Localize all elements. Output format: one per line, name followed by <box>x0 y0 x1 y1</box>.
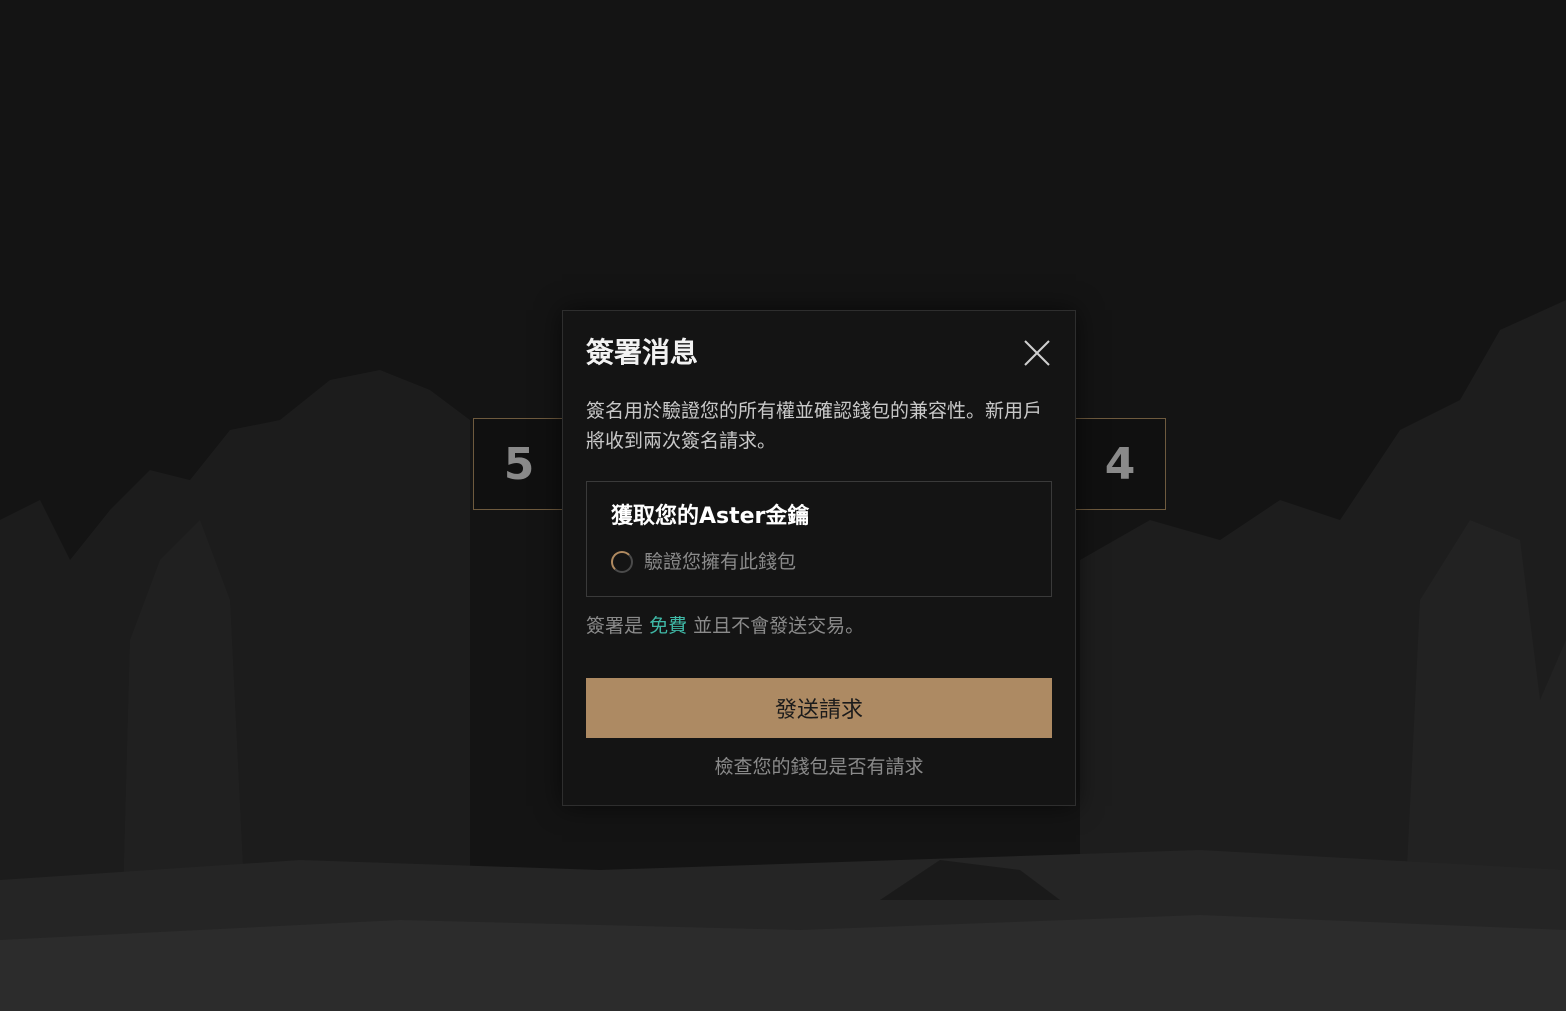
free-note-prefix: 簽署是 <box>586 615 644 637</box>
free-note-suffix: 並且不會發送交易。 <box>693 615 865 637</box>
task-title: 獲取您的Aster金鑰 <box>611 504 810 529</box>
dialog-description: 簽名用於驗證您的所有權並確認錢包的兼容性。新用戶將收到兩次簽名請求。 <box>586 400 1043 452</box>
step-label: 驗證您擁有此錢包 <box>644 551 797 573</box>
spinner-icon <box>611 551 633 573</box>
free-note: 簽署是 免費 並且不會發送交易。 <box>586 611 864 641</box>
task-step: 驗證您擁有此錢包 <box>611 548 796 576</box>
free-note-highlight: 免費 <box>649 615 688 637</box>
close-button[interactable] <box>1021 337 1053 369</box>
check-wallet-link[interactable]: 檢查您的錢包是否有請求 <box>563 751 1075 783</box>
countdown-digit: 4 <box>1074 418 1166 510</box>
close-icon <box>1024 340 1050 366</box>
dialog-title: 簽署消息 <box>586 336 699 369</box>
send-request-button[interactable]: 發送請求 <box>586 678 1052 738</box>
task-card: 獲取您的Aster金鑰 驗證您擁有此錢包 <box>586 481 1052 597</box>
sign-message-dialog: 簽署消息 簽名用於驗證您的所有權並確認錢包的兼容性。新用戶將收到兩次簽名請求。 … <box>562 310 1076 806</box>
countdown-digit: 5 <box>473 418 565 510</box>
